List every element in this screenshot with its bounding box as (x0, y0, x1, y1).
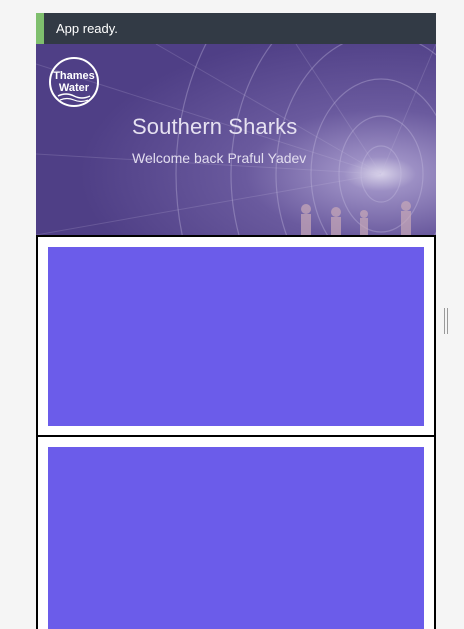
card-content-block (48, 247, 424, 426)
status-message: App ready. (56, 21, 118, 36)
page-title: Southern Sharks (132, 114, 298, 139)
welcome-message: Welcome back Praful Yadev (132, 150, 307, 166)
content-card-2[interactable] (36, 435, 436, 629)
logo-text-line1: Thames (53, 70, 95, 82)
header-banner: Thames Water Southern Sharks Welcome bac… (36, 44, 436, 235)
logo-text-line2: Water (59, 82, 90, 94)
drag-handle-icon[interactable] (443, 308, 449, 334)
status-bar: App ready. (36, 13, 436, 44)
page: App ready. Thames Water Southern Sharks … (0, 0, 464, 629)
card-content-block (48, 447, 424, 629)
content-card-1[interactable] (36, 235, 436, 437)
thames-water-logo-icon: Thames Water (49, 57, 99, 107)
app-frame: App ready. Thames Water Southern Sharks … (36, 13, 436, 629)
